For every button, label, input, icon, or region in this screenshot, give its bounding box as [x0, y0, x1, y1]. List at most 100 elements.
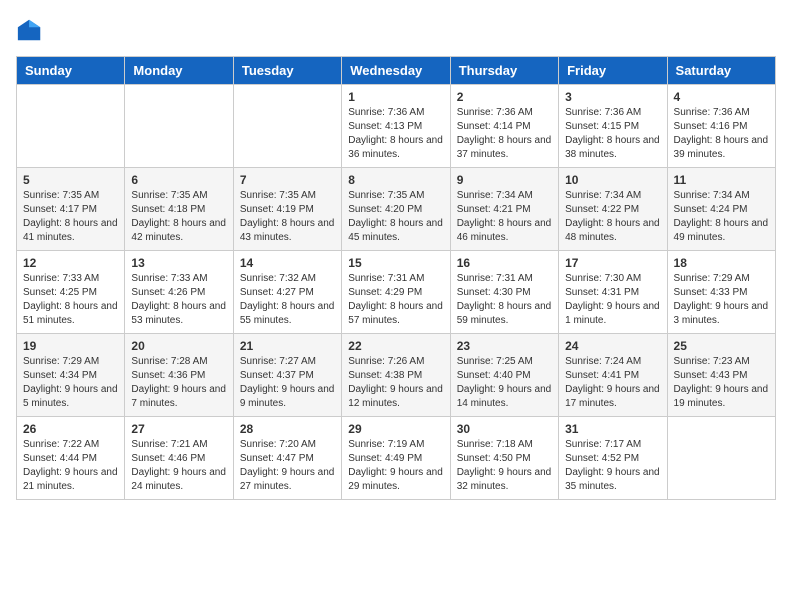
day-info: Sunrise: 7:35 AM Sunset: 4:18 PM Dayligh… — [131, 189, 226, 245]
weekday-header-saturday: Saturday — [667, 57, 775, 85]
day-info: Sunrise: 7:18 AM Sunset: 4:50 PM Dayligh… — [457, 438, 552, 494]
weekday-header-monday: Monday — [125, 57, 233, 85]
day-number: 8 — [348, 173, 443, 187]
day-info: Sunrise: 7:33 AM Sunset: 4:25 PM Dayligh… — [23, 272, 118, 328]
day-number: 19 — [23, 339, 118, 353]
day-info: Sunrise: 7:23 AM Sunset: 4:43 PM Dayligh… — [674, 355, 769, 411]
calendar-cell: 18Sunrise: 7:29 AM Sunset: 4:33 PM Dayli… — [667, 251, 775, 334]
day-info: Sunrise: 7:36 AM Sunset: 4:14 PM Dayligh… — [457, 106, 552, 162]
calendar-cell — [125, 85, 233, 168]
day-info: Sunrise: 7:36 AM Sunset: 4:13 PM Dayligh… — [348, 106, 443, 162]
day-info: Sunrise: 7:20 AM Sunset: 4:47 PM Dayligh… — [240, 438, 335, 494]
logo — [16, 16, 48, 44]
day-info: Sunrise: 7:31 AM Sunset: 4:30 PM Dayligh… — [457, 272, 552, 328]
day-number: 4 — [674, 90, 769, 104]
day-info: Sunrise: 7:35 AM Sunset: 4:17 PM Dayligh… — [23, 189, 118, 245]
day-info: Sunrise: 7:35 AM Sunset: 4:20 PM Dayligh… — [348, 189, 443, 245]
calendar-cell: 20 Sunrise: 7:28 AM Sunset: 4:36 PM Dayli… — [125, 334, 233, 417]
calendar-cell: 28 Sunrise: 7:20 AM Sunset: 4:47 PM Dayli… — [233, 417, 341, 500]
day-number: 3 — [565, 90, 660, 104]
calendar-cell: 26 Sunrise: 7:22 AM Sunset: 4:44 PM Dayli… — [17, 417, 125, 500]
calendar-cell — [17, 85, 125, 168]
day-info: Sunrise: 7:19 AM Sunset: 4:49 PM Dayligh… — [348, 438, 443, 494]
weekday-header-row: SundayMondayTuesdayWednesdayThursdayFrid… — [17, 57, 776, 85]
calendar-week-1: 1 Sunrise: 7:36 AM Sunset: 4:13 PM Daylig… — [17, 85, 776, 168]
calendar-cell — [667, 417, 775, 500]
day-number: 24 — [565, 339, 660, 353]
day-number: 15 — [348, 256, 443, 270]
day-number: 31 — [565, 422, 660, 436]
calendar-cell: 1 Sunrise: 7:36 AM Sunset: 4:13 PM Daylig… — [342, 85, 450, 168]
day-info: Sunrise: 7:34 AM Sunset: 4:24 PM Dayligh… — [674, 189, 769, 245]
day-number: 17 — [565, 256, 660, 270]
calendar-week-4: 19 Sunrise: 7:29 AM Sunset: 4:34 PM Dayli… — [17, 334, 776, 417]
day-number: 14 — [240, 256, 335, 270]
day-number: 13 — [131, 256, 226, 270]
day-info: Sunrise: 7:34 AM Sunset: 4:22 PM Dayligh… — [565, 189, 660, 245]
calendar-cell: 8 Sunrise: 7:35 AM Sunset: 4:20 PM Daylig… — [342, 168, 450, 251]
day-info: Sunrise: 7:26 AM Sunset: 4:38 PM Dayligh… — [348, 355, 443, 411]
day-info: Sunrise: 7:33 AM Sunset: 4:26 PM Dayligh… — [131, 272, 226, 328]
calendar-cell: 11 Sunrise: 7:34 AM Sunset: 4:24 PM Dayli… — [667, 168, 775, 251]
calendar-cell: 12Sunrise: 7:33 AM Sunset: 4:25 PM Dayli… — [17, 251, 125, 334]
calendar-cell: 30 Sunrise: 7:18 AM Sunset: 4:50 PM Dayli… — [450, 417, 558, 500]
day-number: 11 — [674, 173, 769, 187]
weekday-header-wednesday: Wednesday — [342, 57, 450, 85]
day-number: 16 — [457, 256, 552, 270]
day-number: 7 — [240, 173, 335, 187]
calendar-cell: 10 Sunrise: 7:34 AM Sunset: 4:22 PM Dayli… — [559, 168, 667, 251]
day-info: Sunrise: 7:30 AM Sunset: 4:31 PM Dayligh… — [565, 272, 660, 328]
logo-icon — [16, 16, 44, 44]
calendar-cell: 14 Sunrise: 7:32 AM Sunset: 4:27 PM Dayli… — [233, 251, 341, 334]
day-info: Sunrise: 7:27 AM Sunset: 4:37 PM Dayligh… — [240, 355, 335, 411]
calendar-cell: 21Sunrise: 7:27 AM Sunset: 4:37 PM Dayli… — [233, 334, 341, 417]
day-number: 10 — [565, 173, 660, 187]
day-info: Sunrise: 7:32 AM Sunset: 4:27 PM Dayligh… — [240, 272, 335, 328]
day-info: Sunrise: 7:36 AM Sunset: 4:15 PM Dayligh… — [565, 106, 660, 162]
day-number: 5 — [23, 173, 118, 187]
day-number: 1 — [348, 90, 443, 104]
weekday-header-friday: Friday — [559, 57, 667, 85]
calendar-cell: 6 Sunrise: 7:35 AM Sunset: 4:18 PM Daylig… — [125, 168, 233, 251]
calendar-cell: 23 Sunrise: 7:25 AM Sunset: 4:40 PM Dayli… — [450, 334, 558, 417]
calendar-cell: 16 Sunrise: 7:31 AM Sunset: 4:30 PM Dayli… — [450, 251, 558, 334]
day-info: Sunrise: 7:35 AM Sunset: 4:19 PM Dayligh… — [240, 189, 335, 245]
calendar-cell: 24Sunrise: 7:24 AM Sunset: 4:41 PM Dayli… — [559, 334, 667, 417]
day-number: 28 — [240, 422, 335, 436]
day-number: 2 — [457, 90, 552, 104]
day-info: Sunrise: 7:29 AM Sunset: 4:34 PM Dayligh… — [23, 355, 118, 411]
weekday-header-thursday: Thursday — [450, 57, 558, 85]
day-number: 27 — [131, 422, 226, 436]
calendar-cell: 5 Sunrise: 7:35 AM Sunset: 4:17 PM Daylig… — [17, 168, 125, 251]
day-info: Sunrise: 7:28 AM Sunset: 4:36 PM Dayligh… — [131, 355, 226, 411]
calendar-cell — [233, 85, 341, 168]
day-info: Sunrise: 7:22 AM Sunset: 4:44 PM Dayligh… — [23, 438, 118, 494]
calendar-cell: 17 Sunrise: 7:30 AM Sunset: 4:31 PM Dayli… — [559, 251, 667, 334]
day-number: 30 — [457, 422, 552, 436]
calendar-cell: 22Sunrise: 7:26 AM Sunset: 4:38 PM Dayli… — [342, 334, 450, 417]
day-info: Sunrise: 7:36 AM Sunset: 4:16 PM Dayligh… — [674, 106, 769, 162]
calendar-cell: 2 Sunrise: 7:36 AM Sunset: 4:14 PM Daylig… — [450, 85, 558, 168]
calendar-cell: 4 Sunrise: 7:36 AM Sunset: 4:16 PM Daylig… — [667, 85, 775, 168]
calendar-cell: 29Sunrise: 7:19 AM Sunset: 4:49 PM Dayli… — [342, 417, 450, 500]
day-info: Sunrise: 7:31 AM Sunset: 4:29 PM Dayligh… — [348, 272, 443, 328]
day-info: Sunrise: 7:21 AM Sunset: 4:46 PM Dayligh… — [131, 438, 226, 494]
calendar-week-2: 5 Sunrise: 7:35 AM Sunset: 4:17 PM Daylig… — [17, 168, 776, 251]
calendar-cell: 3 Sunrise: 7:36 AM Sunset: 4:15 PM Daylig… — [559, 85, 667, 168]
day-number: 23 — [457, 339, 552, 353]
calendar-cell: 13 Sunrise: 7:33 AM Sunset: 4:26 PM Dayli… — [125, 251, 233, 334]
calendar-cell: 27 Sunrise: 7:21 AM Sunset: 4:46 PM Dayli… — [125, 417, 233, 500]
calendar-cell: 9Sunrise: 7:34 AM Sunset: 4:21 PM Daylig… — [450, 168, 558, 251]
weekday-header-tuesday: Tuesday — [233, 57, 341, 85]
day-number: 20 — [131, 339, 226, 353]
page-header — [16, 16, 776, 44]
calendar-cell: 31Sunrise: 7:17 AM Sunset: 4:52 PM Dayli… — [559, 417, 667, 500]
day-number: 26 — [23, 422, 118, 436]
calendar-cell: 7 Sunrise: 7:35 AM Sunset: 4:19 PM Daylig… — [233, 168, 341, 251]
weekday-header-sunday: Sunday — [17, 57, 125, 85]
day-info: Sunrise: 7:25 AM Sunset: 4:40 PM Dayligh… — [457, 355, 552, 411]
day-number: 25 — [674, 339, 769, 353]
day-number: 6 — [131, 173, 226, 187]
day-info: Sunrise: 7:29 AM Sunset: 4:33 PM Dayligh… — [674, 272, 769, 328]
calendar-week-3: 12Sunrise: 7:33 AM Sunset: 4:25 PM Dayli… — [17, 251, 776, 334]
